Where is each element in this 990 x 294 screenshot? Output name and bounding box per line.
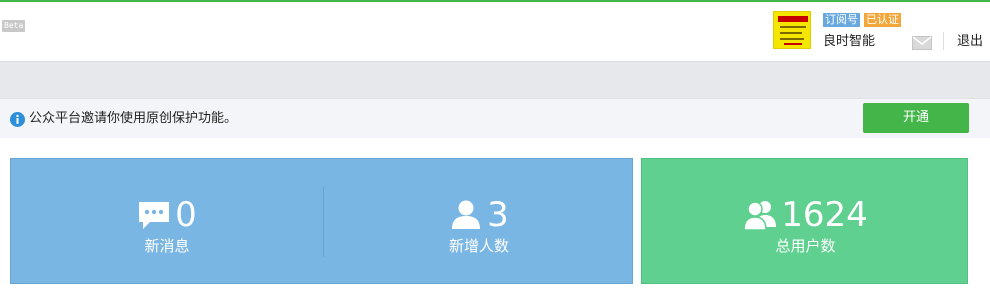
account-name[interactable]: 良时智能: [823, 34, 875, 50]
new-messages-label: 新消息: [144, 237, 190, 255]
new-users-count: 3: [487, 195, 509, 235]
total-users-count: 1624: [781, 195, 868, 235]
account-type-tag: 订阅号: [823, 13, 860, 27]
users-icon: [743, 201, 777, 231]
info-icon: [10, 112, 25, 127]
new-users-label: 新增人数: [448, 237, 509, 255]
verified-tag: 已认证: [864, 13, 901, 27]
enable-button[interactable]: 开通: [863, 103, 969, 133]
header-divider: [943, 32, 944, 50]
stats-area: 0 新消息 3 新增人数 1624 总用户数: [0, 138, 990, 294]
beta-badge: Beta: [2, 20, 26, 32]
stat-new-messages[interactable]: 0 新消息: [11, 159, 323, 285]
logout-link[interactable]: 退出: [957, 34, 983, 50]
notice-text: 公众平台邀请你使用原创保护功能。: [29, 111, 238, 126]
total-users-label: 总用户数: [775, 237, 836, 255]
account-avatar[interactable]: [773, 11, 811, 49]
chat-bubble-icon: [139, 202, 170, 229]
mail-icon[interactable]: [912, 36, 932, 50]
stat-total-users[interactable]: 1624 总用户数: [642, 159, 969, 285]
notice-bar: 公众平台邀请你使用原创保护功能。 开通: [0, 98, 990, 138]
user-icon: [452, 200, 481, 229]
header-bar: Beta 订阅号 已认证 良时智能 退出: [0, 2, 990, 62]
stats-card-blue: 0 新消息 3 新增人数: [10, 158, 633, 284]
new-messages-count: 0: [175, 195, 197, 235]
stats-card-green: 1624 总用户数: [641, 158, 968, 284]
stat-new-users[interactable]: 3 新增人数: [324, 159, 634, 285]
